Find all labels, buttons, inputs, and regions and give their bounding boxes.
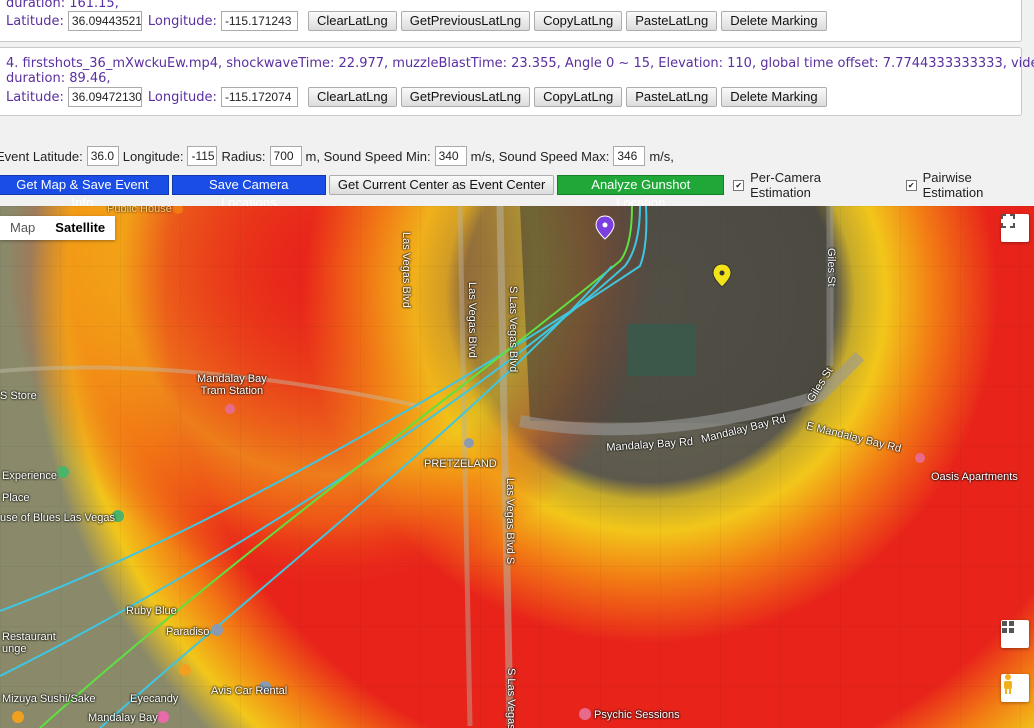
- longitude-input[interactable]: -115.171243: [220, 11, 298, 31]
- video-card-title-line1: 4. firstshots_36_mXwckuEw.mp4, shockwave…: [6, 56, 1034, 71]
- map-label-paradiso: Paradiso: [166, 626, 210, 638]
- clear-latlng-button[interactable]: ClearLatLng: [307, 87, 397, 107]
- poi-pin-icon: [579, 708, 591, 720]
- map-label-avis: Avis Car Rental: [211, 685, 288, 697]
- fullscreen-button[interactable]: [1001, 214, 1029, 242]
- video-card-3: duration: 161.15, Latitude: 36.09443521 …: [0, 0, 1022, 42]
- latitude-input[interactable]: 36.09443521: [67, 11, 142, 31]
- pegman-icon: [1004, 674, 1012, 694]
- street-view-button[interactable]: [1001, 674, 1029, 702]
- map-label-place: Place: [2, 492, 30, 504]
- map-label-oasis-apartments: Oasis Apartments: [931, 471, 1018, 483]
- actions-row: Get Map & Save Event Info Save Camera Lo…: [0, 170, 1034, 210]
- analyze-gunshot-button[interactable]: Analyze Gunshot Location: [557, 175, 725, 210]
- event-latitude-input[interactable]: 36.0: [86, 146, 119, 166]
- paste-latlng-button[interactable]: PasteLatLng: [626, 87, 718, 107]
- sound-speed-max-input[interactable]: 346: [613, 146, 646, 166]
- grid-icon: [1002, 621, 1014, 633]
- map-label-lounge: unge: [2, 643, 27, 655]
- map-type-map[interactable]: Map: [0, 216, 45, 240]
- map-label-house-of-blues: use of Blues Las Vegas: [0, 512, 115, 524]
- delete-marking-button[interactable]: Delete Marking: [721, 87, 827, 107]
- map-label-s-las-vegas-blvd-2: S Las Vegas Blvd: [505, 668, 517, 728]
- delete-marking-button[interactable]: Delete Marking: [721, 11, 827, 31]
- map-label-las-vegas-blvd: Las Vegas Blvd: [400, 232, 412, 308]
- event-longitude-input[interactable]: -115: [187, 146, 218, 166]
- get-previous-latlng-button[interactable]: GetPreviousLatLng: [400, 87, 531, 107]
- poi-pin-icon: [12, 711, 24, 723]
- map-label-mandalay-bay-tram: Mandalay Bay Tram Station: [197, 373, 267, 397]
- paste-latlng-button[interactable]: PasteLatLng: [626, 11, 718, 31]
- map-type-satellite[interactable]: Satellite: [45, 216, 115, 240]
- map-label-las-vegas-blvd-2: Las Vegas Blvd: [466, 282, 478, 358]
- event-latitude-label: Event Latitude:: [0, 148, 83, 164]
- map-label-s-store: S Store: [0, 390, 37, 402]
- map-canvas[interactable]: [0, 206, 1034, 728]
- map-label-giles-st: Giles St: [825, 248, 837, 287]
- radius-label: Radius:: [221, 148, 266, 164]
- map-label-public-house: Public House: [107, 206, 172, 215]
- poi-pin-icon: [915, 453, 925, 463]
- map-label-mandalay-bay-place: Mandalay Bay: [88, 712, 158, 724]
- layers-button[interactable]: [1001, 620, 1029, 648]
- copy-latlng-button[interactable]: CopyLatLng: [534, 87, 623, 107]
- poi-pin-icon: [157, 711, 169, 723]
- latitude-input[interactable]: 36.09472130: [67, 87, 142, 107]
- coord-row: Latitude: 36.09472130 Longitude: -115.17…: [6, 86, 827, 108]
- pairwise-checkbox[interactable]: ✔: [905, 179, 917, 191]
- fullscreen-icon: [1001, 214, 1015, 228]
- map-label-pretzeland: PRETZELAND: [424, 458, 497, 470]
- map-label-mizuya: Mizuya Sushi/Sake: [2, 693, 96, 705]
- longitude-label: Longitude:: [147, 13, 217, 29]
- pairwise-label: Pairwise Estimation: [922, 170, 984, 200]
- get-previous-latlng-button[interactable]: GetPreviousLatLng: [400, 11, 531, 31]
- poi-pin-icon: [179, 664, 191, 676]
- sound-speed-min-input[interactable]: 340: [434, 146, 467, 166]
- satellite-map[interactable]: Map Satellite Public House Las Vegas Blv…: [0, 206, 1034, 728]
- sound-speed-max-unit-label: m/s,: [649, 148, 674, 164]
- map-label-ruby-blue: Ruby Blue: [126, 605, 177, 617]
- map-label-s-las-vegas-blvd: S Las Vegas Blvd: [507, 286, 519, 373]
- longitude-input[interactable]: -115.172074: [220, 87, 298, 107]
- latitude-label: Latitude:: [6, 13, 64, 29]
- poi-pin-icon: [211, 624, 223, 636]
- poi-pin-icon: [225, 404, 235, 414]
- get-map-save-event-button[interactable]: Get Map & Save Event Info: [0, 175, 169, 210]
- clear-latlng-button[interactable]: ClearLatLng: [307, 11, 397, 31]
- get-current-center-button[interactable]: Get Current Center as Event Center: [328, 175, 555, 195]
- sound-speed-min-unit-label: m/s, Sound Speed Max:: [470, 148, 610, 164]
- coord-row: Latitude: 36.09443521 Longitude: -115.17…: [6, 10, 827, 32]
- radius-unit-label: m, Sound Speed Min:: [305, 148, 431, 164]
- map-label-las-vegas-blvd-s: Las Vegas Blvd S: [504, 478, 516, 565]
- copy-latlng-button[interactable]: CopyLatLng: [534, 11, 623, 31]
- save-camera-locations-button[interactable]: Save Camera Locations: [171, 175, 326, 210]
- map-label-experience: Experience: [2, 470, 58, 482]
- longitude-label: Longitude:: [147, 89, 217, 105]
- poi-pin-icon: [464, 438, 474, 448]
- video-card-title-line2: duration: 89.46,: [6, 71, 111, 86]
- map-label-restaurant: Restaurant: [2, 631, 56, 643]
- map-label-eyecandy: Eyecandy: [130, 693, 179, 705]
- per-camera-checkbox[interactable]: ✔: [733, 179, 745, 191]
- video-card-4: 4. firstshots_36_mXwckuEw.mp4, shockwave…: [0, 47, 1034, 116]
- map-type-control: Map Satellite: [0, 216, 116, 240]
- map-label-psychic-sessions: Psychic Sessions: [594, 709, 680, 721]
- per-camera-label: Per-Camera Estimation: [750, 170, 821, 200]
- event-longitude-label: Longitude:: [122, 148, 184, 164]
- latitude-label: Latitude:: [6, 89, 64, 105]
- poi-pin-icon: [57, 466, 69, 478]
- radius-input[interactable]: 700: [269, 146, 302, 166]
- event-params-row: Event Latitude: 36.0 Longitude: -115 Rad…: [0, 146, 674, 166]
